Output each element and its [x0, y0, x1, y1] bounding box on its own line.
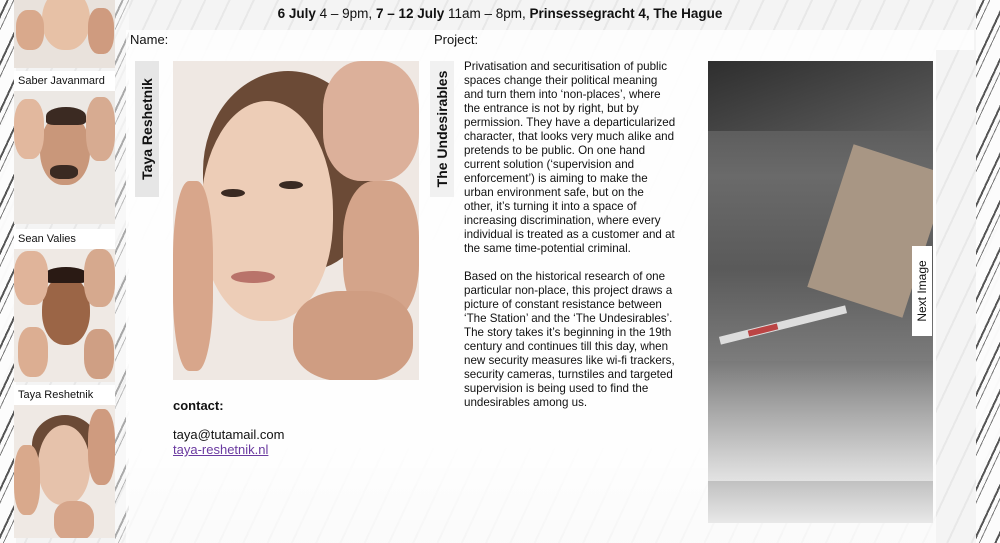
name-label: Name:	[126, 30, 430, 50]
student-thumbnail-card[interactable]	[14, 0, 115, 68]
header-venue: Prinsessegracht 4, The Hague	[529, 6, 723, 21]
contact-email: taya@tutamail.com	[173, 427, 285, 442]
header-time-2: 11am – 8pm,	[444, 6, 530, 21]
description-paragraph: Based on the historical research of one …	[464, 270, 675, 409]
project-label: Project:	[430, 30, 974, 50]
student-portrait-image	[173, 61, 419, 380]
thumbnail-name: Saber Javanmard	[14, 71, 115, 91]
project-title-vertical: The Undesirables	[430, 61, 454, 197]
right-edge-pattern	[976, 0, 1000, 543]
next-image-button[interactable]: Next Image	[912, 246, 932, 336]
event-header: 6 July 4 – 9pm, 7 – 12 July 11am – 8pm, …	[0, 6, 1000, 21]
student-thumbnail-card[interactable]: Sean Valies	[14, 229, 115, 382]
student-thumbnail-image[interactable]	[14, 0, 115, 68]
contact-website-link[interactable]: taya-reshetnik.nl	[173, 442, 268, 457]
header-date-2: 7 – 12 July	[375, 6, 445, 21]
project-image	[708, 61, 933, 523]
student-thumbnail-image[interactable]	[14, 405, 115, 538]
student-name: Taya Reshetnik	[139, 78, 155, 180]
contact-title: contact:	[173, 398, 224, 413]
header-date-1: 6 July	[277, 6, 316, 21]
thumbnail-name: Taya Reshetnik	[14, 385, 115, 405]
student-thumbnail-card[interactable]: Saber Javanmard	[14, 71, 115, 224]
thumbnail-name: Sean Valies	[14, 229, 115, 249]
project-title: The Undesirables	[434, 70, 450, 188]
student-thumbnail-image[interactable]	[14, 249, 115, 382]
header-time-1: 4 – 9pm,	[315, 6, 376, 21]
student-name-vertical: Taya Reshetnik	[135, 61, 159, 197]
student-thumbnail-card[interactable]: Taya Reshetnik	[14, 385, 115, 538]
project-description: Privatisation and securitisation of publ…	[464, 60, 676, 424]
next-image-label: Next Image	[915, 260, 929, 322]
description-paragraph: Privatisation and securitisation of publ…	[464, 60, 676, 255]
student-thumbnail-image[interactable]	[14, 91, 115, 224]
